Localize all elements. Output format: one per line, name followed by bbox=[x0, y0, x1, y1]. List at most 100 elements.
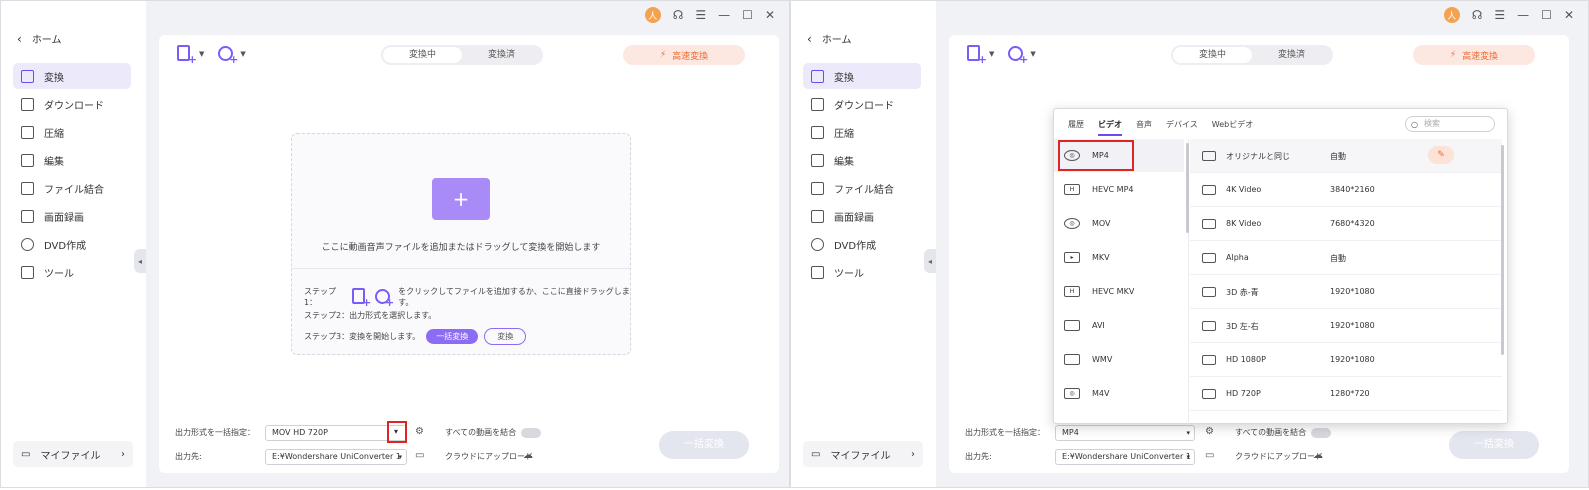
tab-video[interactable]: ビデオ bbox=[1098, 119, 1122, 136]
destination-select[interactable]: E:¥Wondershare UniConverter 1 ▾ bbox=[265, 449, 407, 465]
sidebar-item-compress[interactable]: 圧縮 bbox=[803, 119, 921, 145]
sidebar-item-merge[interactable]: ファイル結合 bbox=[803, 175, 921, 201]
sidebar-item-tools[interactable]: ツール bbox=[803, 259, 921, 285]
add-media-icon[interactable]: + bbox=[218, 45, 238, 65]
close-icon[interactable]: ✕ bbox=[1564, 8, 1574, 22]
format-list: ◎ MP4 H HEVC MP4 ◎ MOV ▸ MKV H HEVC MKV AVI W… bbox=[1054, 139, 1189, 425]
merge-toggle[interactable] bbox=[521, 428, 541, 438]
quality-row[interactable]: オリジナルと同じ 自動 ✎ bbox=[1190, 139, 1502, 173]
maximize-icon[interactable]: ☐ bbox=[742, 8, 753, 22]
sidebar-item-dvd[interactable]: DVD作成 bbox=[803, 231, 921, 257]
folder-icon[interactable]: ▭ bbox=[1205, 450, 1214, 461]
minimize-icon[interactable]: — bbox=[1517, 8, 1529, 22]
format-avi[interactable]: AVI bbox=[1054, 309, 1184, 342]
collapse-sidebar-button[interactable]: ◂ bbox=[134, 249, 146, 273]
close-icon[interactable]: ✕ bbox=[765, 8, 775, 22]
sidebar-item-tools[interactable]: ツール bbox=[13, 259, 131, 285]
dropdown-highlight[interactable]: ▾ bbox=[387, 421, 407, 443]
fast-convert-button[interactable]: ⚡ 高速変換 bbox=[1413, 45, 1535, 65]
sidebar-item-dvd[interactable]: DVD作成 bbox=[13, 231, 131, 257]
quality-list-scrollbar[interactable] bbox=[1501, 145, 1504, 355]
add-file-icon[interactable]: + bbox=[177, 45, 197, 65]
quality-row[interactable]: 8K Video 7680*4320 bbox=[1190, 207, 1502, 241]
sidebar-item-download[interactable]: ダウンロード bbox=[13, 91, 131, 117]
add-media-icon[interactable]: + bbox=[1008, 45, 1028, 65]
quality-row[interactable]: 4K Video 3840*2160 bbox=[1190, 173, 1502, 207]
sidebar-item-edit[interactable]: 編集 bbox=[803, 147, 921, 173]
convert-demo-button[interactable]: 変換 bbox=[484, 328, 527, 345]
tab-converting[interactable]: 変換中 bbox=[383, 47, 462, 63]
support-icon[interactable]: ☊ bbox=[1472, 8, 1483, 22]
format-wmv[interactable]: WMV bbox=[1054, 343, 1184, 376]
convert-all-button[interactable]: 一括変換 bbox=[1449, 431, 1539, 459]
format-mkv[interactable]: ▸ MKV bbox=[1054, 241, 1184, 274]
chevron-down-icon[interactable]: ▼ bbox=[1030, 50, 1035, 58]
search-input[interactable]: ○ 検索 bbox=[1405, 116, 1495, 132]
drop-zone[interactable]: + ここに動画音声ファイルを追加またはドラッグして変換を開始します ステップ1：… bbox=[291, 133, 631, 355]
cloud-icon[interactable]: ☁ bbox=[1313, 450, 1323, 461]
settings-icon[interactable]: ⚙ bbox=[1205, 426, 1214, 437]
chevron-down-icon[interactable]: ▼ bbox=[199, 50, 204, 58]
sidebar-item-screen-record[interactable]: 画面録画 bbox=[803, 203, 921, 229]
menu-icon[interactable]: ☰ bbox=[1494, 8, 1505, 22]
cloud-icon[interactable]: ☁ bbox=[523, 450, 533, 461]
sidebar-item-convert[interactable]: 変換 bbox=[803, 63, 921, 89]
edit-icon[interactable]: ✎ bbox=[1428, 146, 1454, 164]
sidebar-item-screen-record[interactable]: 画面録画 bbox=[13, 203, 131, 229]
convert-all-demo-button[interactable]: 一括変換 bbox=[426, 329, 479, 344]
sidebar-item-convert[interactable]: 変換 bbox=[13, 63, 131, 89]
support-icon[interactable]: ☊ bbox=[673, 8, 684, 22]
add-file-icon[interactable]: + bbox=[352, 288, 371, 308]
add-folder-icon[interactable]: + bbox=[432, 178, 490, 220]
search-icon: ○ bbox=[1411, 120, 1418, 129]
output-format-select[interactable]: MP4 ▾ bbox=[1055, 425, 1195, 441]
sidebar-item-compress[interactable]: 圧縮 bbox=[13, 119, 131, 145]
tab-converting[interactable]: 変換中 bbox=[1173, 47, 1252, 63]
sidebar-item-edit[interactable]: 編集 bbox=[13, 147, 131, 173]
format-list-scrollbar[interactable] bbox=[1186, 143, 1189, 233]
destination-select[interactable]: E:¥Wondershare UniConverter 1 ▾ bbox=[1055, 449, 1195, 465]
chevron-down-icon[interactable]: ▼ bbox=[989, 50, 994, 58]
menu-icon[interactable]: ☰ bbox=[695, 8, 706, 22]
folder-icon: ▭ bbox=[21, 448, 31, 460]
folder-icon[interactable]: ▭ bbox=[415, 450, 424, 461]
quality-row[interactable]: 3D 左-右 1920*1080 bbox=[1190, 309, 1502, 343]
collapse-sidebar-button[interactable]: ◂ bbox=[924, 249, 936, 273]
maximize-icon[interactable]: ☐ bbox=[1541, 8, 1552, 22]
my-files-button[interactable]: ▭ マイファイル › bbox=[13, 441, 133, 467]
format-hevc-mkv[interactable]: H HEVC MKV bbox=[1054, 275, 1184, 308]
quality-row[interactable]: 3D 赤-青 1920*1080 bbox=[1190, 275, 1502, 309]
quality-row[interactable]: HD 1080P 1920*1080 bbox=[1190, 343, 1502, 377]
avatar[interactable]: 人 bbox=[1443, 7, 1460, 23]
settings-icon[interactable]: ⚙ bbox=[415, 426, 424, 437]
home-link[interactable]: ‹ ホーム bbox=[17, 31, 62, 47]
format-hevc-mp4[interactable]: H HEVC MP4 bbox=[1054, 173, 1184, 206]
my-files-button[interactable]: ▭ マイファイル › bbox=[803, 441, 923, 467]
avatar[interactable]: 人 bbox=[644, 7, 661, 23]
convert-all-button[interactable]: 一括変換 bbox=[659, 431, 749, 459]
tab-audio[interactable]: 音声 bbox=[1136, 119, 1152, 136]
minimize-icon[interactable]: — bbox=[718, 8, 730, 22]
add-file-icon[interactable]: + bbox=[967, 45, 987, 65]
tab-device[interactable]: デバイス bbox=[1166, 119, 1198, 136]
sidebar-item-merge[interactable]: ファイル結合 bbox=[13, 175, 131, 201]
tab-converted[interactable]: 変換済 bbox=[1252, 47, 1331, 63]
quality-row[interactable]: Alpha 自動 bbox=[1190, 241, 1502, 275]
tab-converted[interactable]: 変換済 bbox=[462, 47, 541, 63]
home-link[interactable]: ‹ ホーム bbox=[807, 31, 852, 47]
output-format-select[interactable]: MOV HD 720P bbox=[265, 425, 407, 441]
merge-toggle[interactable] bbox=[1311, 428, 1331, 438]
dvd-icon bbox=[21, 237, 34, 251]
chevron-down-icon[interactable]: ▼ bbox=[240, 50, 245, 58]
sidebar: ‹ ホーム 変換 ダウンロード 圧縮 編集 ファイル結合 画面録画 DVD作成 ツ… bbox=[1, 1, 146, 487]
format-m4v[interactable]: ◎ M4V bbox=[1054, 377, 1184, 410]
format-mov[interactable]: ◎ MOV bbox=[1054, 207, 1184, 240]
sidebar-item-download[interactable]: ダウンロード bbox=[803, 91, 921, 117]
add-media-icon[interactable]: + bbox=[375, 288, 394, 308]
m4v-icon: ◎ bbox=[1064, 388, 1080, 399]
fast-convert-button[interactable]: ⚡ 高速変換 bbox=[623, 45, 745, 65]
quality-row[interactable]: HD 720P 1280*720 bbox=[1190, 377, 1502, 411]
tab-history[interactable]: 履歴 bbox=[1068, 119, 1084, 136]
tab-web-video[interactable]: Webビデオ bbox=[1212, 119, 1253, 136]
dvd-icon bbox=[811, 237, 824, 251]
